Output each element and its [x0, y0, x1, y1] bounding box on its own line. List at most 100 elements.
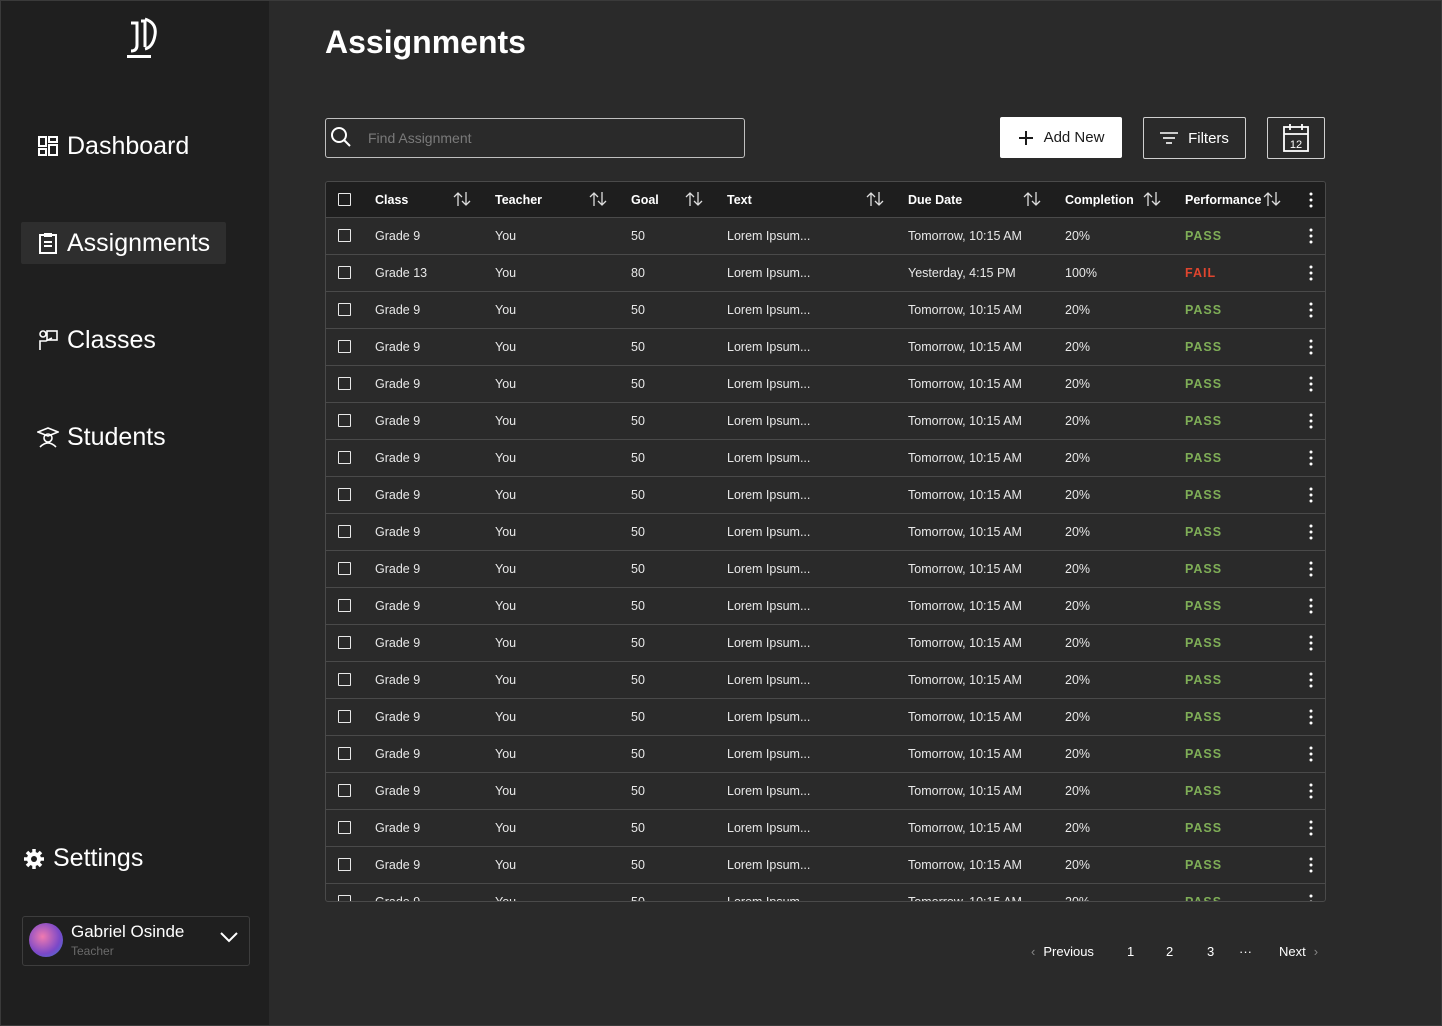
row-checkbox[interactable] [338, 858, 351, 871]
row-more-options-icon[interactable] [1309, 487, 1313, 503]
filters-button[interactable]: Filters [1143, 117, 1246, 159]
cell-performance: PASS [1185, 303, 1223, 317]
row-more-options-icon[interactable] [1309, 672, 1313, 688]
sort-icon[interactable] [685, 191, 703, 207]
page-button-3[interactable]: 3 [1207, 944, 1214, 959]
user-profile-card[interactable]: Gabriel Osinde Teacher [22, 916, 250, 966]
sort-icon[interactable] [453, 191, 471, 207]
table-row[interactable]: Grade 9 You 50 Lorem Ipsum... Tomorrow, 10:1… [326, 551, 1325, 588]
table-row[interactable]: Grade 9 You 50 Lorem Ipsum... Tomorrow, 10:1… [326, 588, 1325, 625]
row-more-options-icon[interactable] [1309, 820, 1313, 836]
row-more-options-icon[interactable] [1309, 228, 1313, 244]
row-more-options-icon[interactable] [1309, 450, 1313, 466]
table-row[interactable]: Grade 9 You 50 Lorem Ipsum... Tomorrow, 10:1… [326, 292, 1325, 329]
table-row[interactable]: Grade 9 You 50 Lorem Ipsum... Tomorrow, 10:1… [326, 699, 1325, 736]
row-checkbox[interactable] [338, 784, 351, 797]
table-row[interactable]: Grade 13 You 80 Lorem Ipsum... Yesterday, 4:… [326, 255, 1325, 292]
cell-text: Lorem Ipsum... [727, 488, 811, 502]
row-checkbox[interactable] [338, 525, 351, 538]
search-input[interactable] [366, 119, 730, 157]
table-row[interactable]: Grade 9 You 50 Lorem Ipsum... Tomorrow, 10:1… [326, 625, 1325, 662]
row-more-options-icon[interactable] [1309, 857, 1313, 873]
row-checkbox[interactable] [338, 821, 351, 834]
table-row[interactable]: Grade 9 You 50 Lorem Ipsum... Tomorrow, 10:1… [326, 736, 1325, 773]
cell-class: Grade 9 [375, 673, 421, 687]
table-row[interactable]: Grade 9 You 50 Lorem Ipsum... Tomorrow, 10:1… [326, 662, 1325, 699]
row-checkbox[interactable] [338, 895, 351, 901]
cell-performance: PASS [1185, 488, 1223, 502]
table-row[interactable]: Grade 9 You 50 Lorem Ipsum... Tomorrow, 10:1… [326, 810, 1325, 847]
calendar-button[interactable]: 12 [1267, 117, 1325, 159]
row-checkbox[interactable] [338, 599, 351, 612]
row-more-options-icon[interactable] [1309, 746, 1313, 762]
row-checkbox[interactable] [338, 266, 351, 279]
row-more-options-icon[interactable] [1309, 709, 1313, 725]
calendar-day: 12 [1290, 139, 1302, 151]
column-header-text[interactable]: Text [727, 182, 752, 217]
sidebar-item-assignments[interactable]: Assignments [21, 222, 227, 264]
column-header-goal[interactable]: Goal [631, 182, 659, 217]
column-header-due-date[interactable]: Due Date [908, 182, 962, 217]
brand-logo[interactable] [121, 9, 157, 61]
row-checkbox[interactable] [338, 562, 351, 575]
table-row[interactable]: Grade 9 You 50 Lorem Ipsum... Tomorrow, 10:1… [326, 218, 1325, 255]
search-box[interactable] [325, 118, 745, 158]
row-checkbox[interactable] [338, 303, 351, 316]
row-checkbox[interactable] [338, 451, 351, 464]
sort-icon[interactable] [1143, 191, 1161, 207]
table-row[interactable]: Grade 9 You 50 Lorem Ipsum... Tomorrow, 10:1… [326, 477, 1325, 514]
row-more-options-icon[interactable] [1309, 561, 1313, 577]
table-row[interactable]: Grade 9 You 50 Lorem Ipsum... Tomorrow, 10:1… [326, 514, 1325, 551]
sort-icon[interactable] [1023, 191, 1041, 207]
row-checkbox[interactable] [338, 747, 351, 760]
row-checkbox[interactable] [338, 377, 351, 390]
sidebar-item-classes[interactable]: Classes [21, 319, 172, 361]
table-row[interactable]: Grade 9 You 50 Lorem Ipsum... Tomorrow, 10:1… [326, 440, 1325, 477]
row-more-options-icon[interactable] [1309, 598, 1313, 614]
add-new-button[interactable]: Add New [1000, 117, 1122, 158]
row-more-options-icon[interactable] [1309, 339, 1313, 355]
column-header-completion[interactable]: Completion [1065, 182, 1134, 217]
row-checkbox[interactable] [338, 488, 351, 501]
sidebar-item-students[interactable]: Students [21, 416, 182, 458]
column-header-performance[interactable]: Performance [1185, 182, 1261, 217]
row-checkbox[interactable] [338, 229, 351, 242]
table-row[interactable]: Grade 9 You 50 Lorem Ipsum... Tomorrow, 10:1… [326, 773, 1325, 810]
sidebar-item-dashboard[interactable]: Dashboard [21, 125, 205, 167]
page-button-2[interactable]: 2 [1166, 944, 1173, 959]
more-options-icon[interactable] [1309, 192, 1313, 208]
sort-icon[interactable] [866, 191, 884, 207]
page-button-1[interactable]: 1 [1127, 944, 1134, 959]
next-page-button[interactable]: Next › [1279, 944, 1318, 959]
chevron-down-icon[interactable] [219, 929, 239, 945]
row-more-options-icon[interactable] [1309, 894, 1313, 902]
row-checkbox[interactable] [338, 414, 351, 427]
sort-icon[interactable] [1263, 191, 1281, 207]
row-checkbox[interactable] [338, 673, 351, 686]
row-more-options-icon[interactable] [1309, 783, 1313, 799]
row-checkbox[interactable] [338, 710, 351, 723]
row-more-options-icon[interactable] [1309, 302, 1313, 318]
column-header-class[interactable]: Class [375, 182, 408, 217]
row-more-options-icon[interactable] [1309, 635, 1313, 651]
cell-due-date: Tomorrow, 10:15 AM [908, 562, 1022, 576]
row-checkbox[interactable] [338, 636, 351, 649]
row-more-options-icon[interactable] [1309, 524, 1313, 540]
sort-icon[interactable] [589, 191, 607, 207]
cell-due-date: Tomorrow, 10:15 AM [908, 414, 1022, 428]
table-row[interactable]: Grade 9 You 50 Lorem Ipsum... Tomorrow, 10:1… [326, 366, 1325, 403]
row-checkbox[interactable] [338, 340, 351, 353]
row-more-options-icon[interactable] [1309, 265, 1313, 281]
table-row[interactable]: Grade 9 You 50 Lorem Ipsum... Tomorrow, 10:1… [326, 329, 1325, 366]
cell-completion: 20% [1065, 414, 1091, 428]
table-row[interactable]: Grade 9 You 50 Lorem Ipsum... Tomorrow, 10:1… [326, 403, 1325, 440]
table-row[interactable]: Grade 9 You 50 Lorem Ipsum... Tomorrow, 10:1… [326, 847, 1325, 884]
column-header-teacher[interactable]: Teacher [495, 182, 542, 217]
sidebar-item-settings[interactable]: Settings [23, 844, 143, 873]
table-row[interactable]: Grade 9 You 50 Lorem Ipsum... Tomorrow, 10:1… [326, 884, 1325, 902]
select-all-checkbox[interactable] [338, 193, 351, 206]
previous-page-button[interactable]: ‹ Previous [1031, 944, 1094, 959]
cell-text: Lorem Ipsum... [727, 377, 811, 391]
row-more-options-icon[interactable] [1309, 413, 1313, 429]
row-more-options-icon[interactable] [1309, 376, 1313, 392]
